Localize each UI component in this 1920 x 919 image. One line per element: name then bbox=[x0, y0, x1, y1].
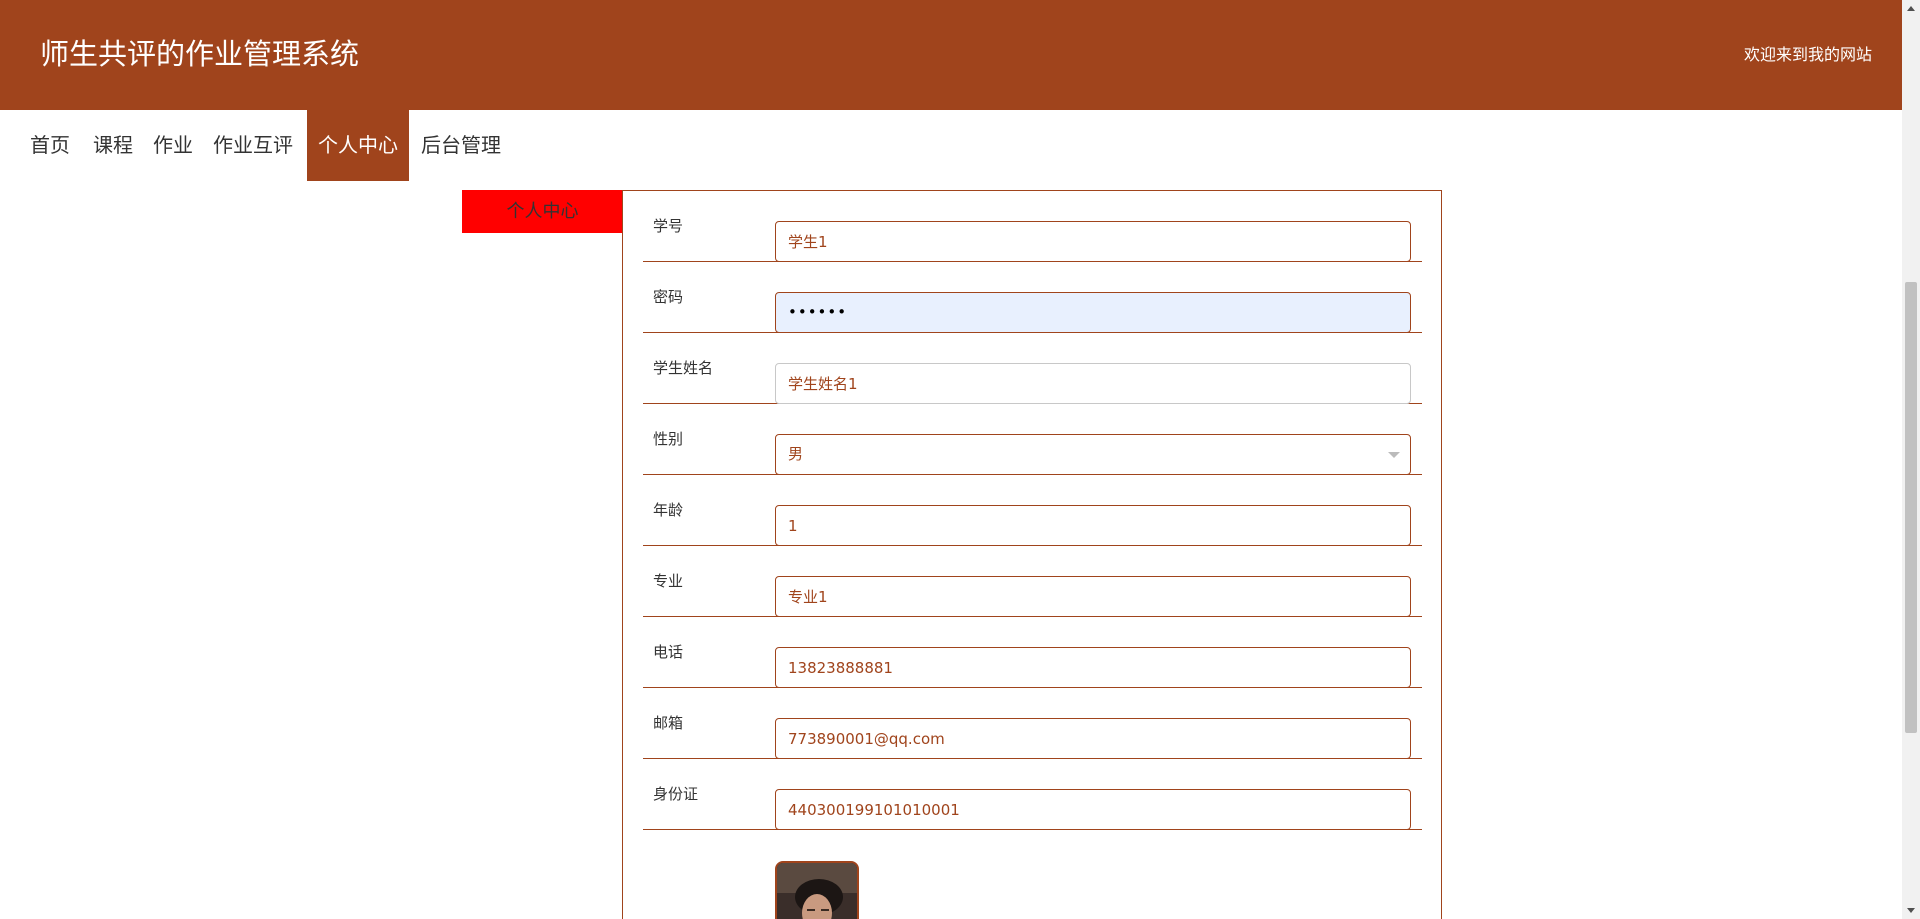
nav-item-personal-center[interactable]: 个人中心 bbox=[307, 110, 409, 181]
password-input[interactable]: •••••• bbox=[775, 292, 1411, 333]
nav-item-home[interactable]: 首页 bbox=[30, 110, 70, 181]
form-row-student-name: 学生姓名 bbox=[643, 333, 1422, 404]
email-label: 邮箱 bbox=[653, 714, 684, 732]
form-row-id-card: 身份证 bbox=[643, 759, 1422, 830]
form-row-phone: 电话 bbox=[643, 617, 1422, 688]
avatar-photo bbox=[777, 863, 857, 919]
id-card-input[interactable] bbox=[775, 789, 1411, 830]
student-name-input[interactable] bbox=[775, 363, 1411, 404]
nav-item-peer-review[interactable]: 作业互评 bbox=[213, 110, 293, 181]
student-name-label: 学生姓名 bbox=[653, 359, 714, 377]
phone-input[interactable] bbox=[775, 647, 1411, 688]
email-input[interactable] bbox=[775, 718, 1411, 759]
student-id-label: 学号 bbox=[653, 217, 684, 235]
page-scrollbar[interactable] bbox=[1902, 0, 1920, 919]
form-row-gender: 性别 男 bbox=[643, 404, 1422, 475]
page: 师生共评的作业管理系统 欢迎来到我的网站 首页 课程 作业 作业互评 个人中心 … bbox=[0, 0, 1920, 919]
nav-item-homework[interactable]: 作业 bbox=[153, 110, 193, 181]
scroll-down-arrow-icon[interactable] bbox=[1907, 908, 1915, 913]
form-row-email: 邮箱 bbox=[643, 688, 1422, 759]
scroll-up-arrow-icon[interactable] bbox=[1907, 6, 1915, 11]
major-input[interactable] bbox=[775, 576, 1411, 617]
chevron-down-icon bbox=[1388, 452, 1400, 458]
student-id-input[interactable] bbox=[775, 221, 1411, 262]
scrollbar-thumb[interactable] bbox=[1905, 282, 1917, 733]
form-row-major: 专业 bbox=[643, 546, 1422, 617]
nav-item-admin[interactable]: 后台管理 bbox=[421, 110, 501, 181]
gender-label: 性别 bbox=[653, 430, 684, 448]
site-title: 师生共评的作业管理系统 bbox=[40, 37, 360, 71]
main-nav: 首页 课程 作业 作业互评 个人中心 后台管理 bbox=[0, 110, 1902, 181]
form-row-student-id: 学号 bbox=[643, 191, 1422, 262]
id-card-label: 身份证 bbox=[653, 785, 699, 803]
gender-select[interactable]: 男 bbox=[775, 434, 1411, 475]
form-row-password: 密码 •••••• bbox=[643, 262, 1422, 333]
sidebar-personal-center[interactable]: 个人中心 bbox=[462, 190, 623, 233]
age-input[interactable] bbox=[775, 505, 1411, 546]
avatar[interactable] bbox=[775, 861, 859, 919]
form-row-age: 年龄 bbox=[643, 475, 1422, 546]
profile-form-panel: 学号 密码 •••••• 学生姓名 性别 男 年龄 专业 电话 bbox=[622, 190, 1442, 919]
password-label: 密码 bbox=[653, 288, 684, 306]
major-label: 专业 bbox=[653, 572, 684, 590]
welcome-text: 欢迎来到我的网站 bbox=[1743, 45, 1872, 64]
age-label: 年龄 bbox=[653, 501, 684, 519]
phone-label: 电话 bbox=[653, 643, 684, 661]
gender-selected-value: 男 bbox=[788, 445, 804, 463]
nav-item-courses[interactable]: 课程 bbox=[93, 110, 133, 181]
site-header: 师生共评的作业管理系统 欢迎来到我的网站 bbox=[0, 0, 1902, 110]
